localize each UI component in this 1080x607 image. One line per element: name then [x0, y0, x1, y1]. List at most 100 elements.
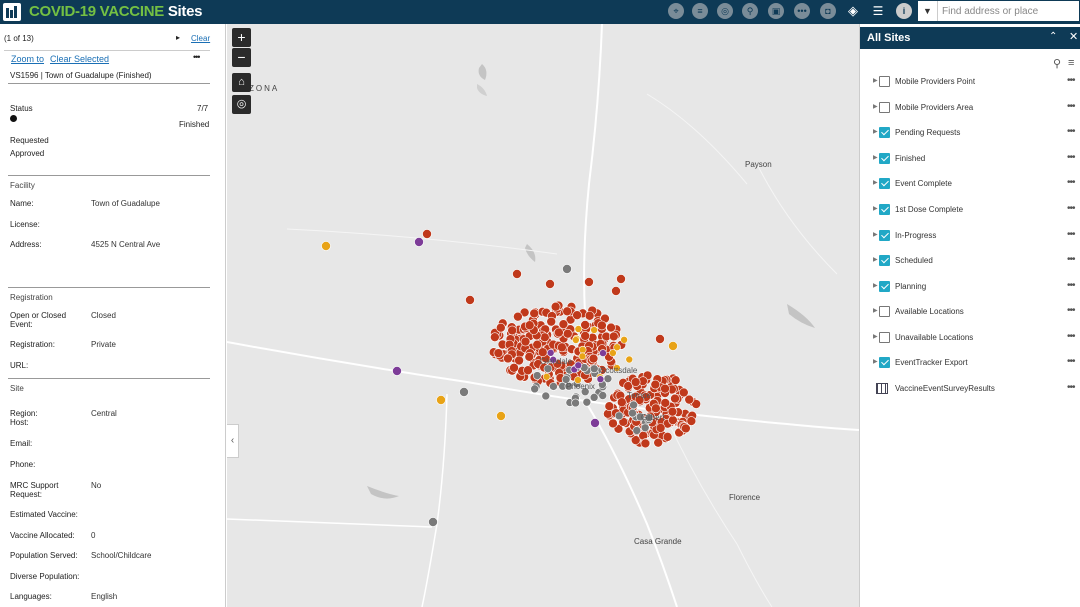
location-icon[interactable]: ◎ [717, 3, 733, 19]
layer-checkbox[interactable] [879, 153, 890, 164]
site-marker[interactable] [321, 241, 331, 251]
site-marker-finished[interactable] [660, 383, 670, 394]
site-marker-finished[interactable] [562, 306, 572, 317]
site-marker[interactable] [428, 517, 438, 527]
layer-row-scheduled[interactable]: ▶ Scheduled ••• [860, 254, 1080, 268]
site-marker[interactable] [436, 395, 446, 405]
layer-options-icon[interactable]: ••• [1067, 101, 1075, 112]
layer-row-unavailable-locations[interactable]: ▶ Unavailable Locations ••• [860, 331, 1080, 345]
site-marker[interactable] [465, 295, 475, 305]
expand-icon[interactable]: ▶ [873, 307, 878, 314]
layer-checkbox[interactable] [879, 255, 890, 266]
site-marker-finished[interactable] [523, 365, 533, 376]
layer-options-icon[interactable]: ••• [1067, 152, 1075, 163]
site-marker-unavailable[interactable] [628, 408, 637, 418]
layer-list-icon[interactable]: ☰ [870, 3, 886, 19]
site-marker-finished[interactable] [580, 331, 590, 341]
site-marker-finished[interactable] [496, 322, 506, 333]
collapse-panel-button[interactable]: ‹ [227, 424, 239, 458]
site-marker-scheduled[interactable] [546, 349, 555, 357]
site-marker-unavailable[interactable] [598, 391, 608, 400]
site-marker-unavailable[interactable] [614, 411, 624, 421]
site-marker[interactable] [496, 411, 506, 421]
search-source-dropdown[interactable]: ▼ [918, 1, 938, 21]
site-marker-finished[interactable] [668, 415, 678, 425]
site-marker-unavailable[interactable] [571, 398, 580, 408]
site-marker[interactable] [459, 387, 469, 397]
site-marker-finished[interactable] [524, 320, 535, 331]
site-marker[interactable] [584, 277, 594, 287]
site-marker-finished[interactable] [557, 342, 567, 353]
site-marker-finished[interactable] [550, 301, 561, 312]
layer-row-in-progress[interactable]: ▶ In-Progress ••• [860, 229, 1080, 243]
briefcase-icon[interactable]: ▣ [768, 3, 784, 19]
site-marker-pending[interactable] [578, 345, 587, 354]
site-marker-finished[interactable] [507, 325, 518, 336]
site-marker-finished[interactable] [532, 339, 542, 350]
layer-options-icon[interactable]: ••• [1067, 254, 1075, 265]
site-marker-finished[interactable] [653, 437, 663, 448]
site-markers[interactable] [227, 24, 859, 607]
site-marker-finished[interactable] [540, 332, 550, 343]
zoom-out-button[interactable]: − [232, 48, 251, 67]
layer-options-icon[interactable]: ••• [1067, 203, 1075, 214]
clear-link[interactable]: Clear [191, 34, 210, 43]
layer-options-icon[interactable]: ••• [1067, 382, 1075, 393]
site-marker-finished[interactable] [660, 398, 671, 408]
site-marker[interactable] [611, 286, 621, 296]
expand-icon[interactable]: ▶ [873, 231, 878, 238]
filter-icon[interactable]: ≡ [1068, 57, 1074, 69]
info-icon[interactable]: i [896, 3, 912, 19]
layer-options-icon[interactable]: ••• [1067, 229, 1075, 240]
layer-options-icon[interactable]: ••• [1067, 331, 1075, 342]
site-marker-unavailable[interactable] [543, 364, 553, 374]
layer-row-pending-requests[interactable]: ▶ Pending Requests ••• [860, 126, 1080, 140]
layer-row-available-locations[interactable]: ▶ Available Locations ••• [860, 305, 1080, 319]
site-marker-scheduled[interactable] [574, 361, 583, 370]
layer-checkbox[interactable] [879, 230, 890, 241]
expand-icon[interactable]: ▶ [873, 128, 878, 135]
site-marker-finished[interactable] [662, 432, 673, 442]
layer-checkbox[interactable] [879, 76, 890, 87]
site-marker-finished[interactable] [640, 438, 651, 449]
expand-icon[interactable]: ▶ [873, 154, 878, 161]
site-marker-scheduled[interactable] [599, 349, 607, 357]
layer-row-eventtracker-export[interactable]: ▶ EventTracker Export ••• [860, 356, 1080, 370]
site-marker-finished[interactable] [572, 310, 582, 320]
layer-row-planning[interactable]: ▶ Planning ••• [860, 280, 1080, 294]
collapse-icon[interactable]: ⌃ [1049, 31, 1057, 42]
site-marker-pending[interactable] [574, 325, 583, 333]
layer-options-icon[interactable]: ••• [1067, 75, 1075, 86]
site-marker-unavailable[interactable] [530, 384, 539, 394]
site-marker-finished[interactable] [490, 332, 500, 342]
site-marker-scheduled[interactable] [596, 375, 605, 383]
layer-row-mobile-providers-point[interactable]: ▶ Mobile Providers Point ••• [860, 75, 1080, 89]
site-marker-pending[interactable] [578, 352, 587, 361]
site-marker-unavailable[interactable] [629, 400, 638, 410]
site-marker-finished[interactable] [509, 362, 519, 373]
expand-icon[interactable]: ▶ [873, 333, 878, 340]
site-marker-unavailable[interactable] [549, 382, 558, 391]
zoom-in-button[interactable]: + [232, 28, 251, 47]
expand-icon[interactable]: ▶ [873, 179, 878, 186]
list-icon[interactable]: ≡ [692, 3, 708, 19]
zoom-to-link[interactable]: Zoom to [11, 54, 44, 64]
site-marker-unavailable[interactable] [541, 391, 551, 401]
site-marker-finished[interactable] [681, 423, 691, 434]
layer-checkbox[interactable] [879, 127, 890, 138]
site-marker-finished[interactable] [670, 393, 680, 404]
site-marker[interactable] [655, 334, 665, 344]
site-marker-finished[interactable] [520, 336, 531, 347]
site-marker[interactable] [392, 366, 402, 376]
site-marker-unavailable[interactable] [582, 397, 592, 407]
site-marker[interactable] [616, 274, 626, 284]
site-marker-finished[interactable] [655, 423, 666, 433]
search-input[interactable] [942, 4, 1076, 18]
site-marker[interactable] [562, 264, 572, 274]
site-marker-pending[interactable] [625, 355, 634, 364]
site-marker-finished[interactable] [604, 401, 615, 411]
layer-options-icon[interactable]: ••• [1067, 126, 1075, 137]
site-marker-finished[interactable] [686, 416, 697, 426]
car-icon[interactable]: ◘ [820, 3, 836, 19]
layer-options-icon[interactable]: ••• [1067, 177, 1075, 188]
